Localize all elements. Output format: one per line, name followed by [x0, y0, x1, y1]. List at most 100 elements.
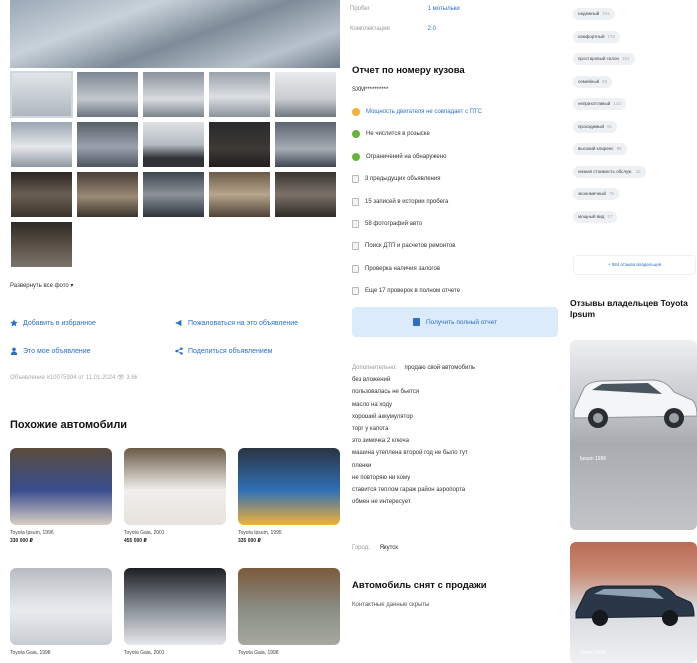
report-vin: SXM**********: [352, 87, 389, 93]
thumbnail[interactable]: [208, 121, 271, 168]
thumbnail[interactable]: [142, 121, 205, 168]
description-line: пользовалась не бьется: [352, 389, 420, 396]
thumbnail[interactable]: [10, 71, 73, 118]
share-label: Поделиться объявлением: [188, 347, 273, 355]
similar-car-card[interactable]: Toyota Gaia, 2001: [124, 568, 226, 658]
thumbnail[interactable]: [208, 71, 271, 118]
lock-icon: [352, 175, 359, 184]
similar-car-card[interactable]: Toyota Gaia, 1998: [10, 568, 112, 658]
thumbnail[interactable]: [142, 171, 205, 218]
description-line: обмен не интересует: [352, 499, 411, 506]
review-tag-count: 32: [635, 168, 641, 174]
similar-car-card[interactable]: Toyota Ipsum, 1995 335 000 ₽: [238, 448, 340, 544]
detail-value[interactable]: 1 мотыльки: [428, 6, 460, 12]
report-check-text: Ограничений на обнаружено: [366, 153, 447, 160]
removed-subtitle: Контактные данные скрыты: [352, 602, 430, 608]
car-name[interactable]: Toyota Gaia, 1998: [10, 650, 112, 656]
document-icon: [412, 318, 420, 326]
description-line: масло на ходу: [352, 401, 392, 408]
car-thumbnail[interactable]: [10, 568, 112, 645]
thumbnail[interactable]: [274, 171, 337, 218]
report-check-item: Поиск ДТП и расчетов ремонтов: [352, 242, 456, 251]
review-tag-count: 170: [607, 33, 616, 39]
thumbnail[interactable]: [10, 221, 73, 268]
thumbnail[interactable]: [10, 171, 73, 218]
car-name[interactable]: Toyota Gaia, 2001: [124, 650, 226, 656]
report-check-text: 3 предыдущих объявления: [365, 176, 441, 183]
review-tag[interactable]: проходимый 91: [573, 120, 617, 133]
thumbnail[interactable]: [76, 121, 139, 168]
add-to-favorites-label: Добавить в избранное: [23, 319, 96, 327]
review-tag-count: 93: [602, 78, 608, 84]
review-tag[interactable]: высокий клиренс 98: [573, 143, 627, 155]
thumbnail[interactable]: [76, 71, 139, 118]
detail-value[interactable]: 2.0: [428, 26, 436, 32]
review-tag-count: 75: [609, 191, 615, 196]
car-name[interactable]: Toyota Gaia, 2001: [124, 530, 226, 536]
report-check-text: Поиск ДТП и расчетов ремонтов: [365, 243, 456, 250]
car-thumbnail[interactable]: [238, 448, 340, 525]
car-thumbnail[interactable]: [124, 568, 226, 645]
check-icon: [352, 152, 360, 161]
complain-button[interactable]: Пожаловаться на это объявление: [175, 319, 298, 327]
complain-label: Пожаловаться на это объявление: [188, 319, 299, 327]
review-tag[interactable]: низкая стоимость обслуж. 32: [573, 165, 646, 178]
thumbnail[interactable]: [274, 71, 337, 118]
description-line: не повторяю ни кому: [352, 474, 411, 481]
report-check-text: Мощность двигателя не совпадает с ПТС: [366, 109, 482, 115]
similar-car-card[interactable]: Toyota Ipsum, 1996 330 000 ₽: [10, 448, 112, 544]
car-name[interactable]: Toyota Ipsum, 1996: [10, 530, 112, 536]
review-tag-label: комфортный: [578, 33, 605, 39]
city-label: Город:: [352, 545, 370, 551]
thumbnail[interactable]: [10, 121, 73, 168]
car-name[interactable]: Toyota Ipsum, 1995: [238, 530, 340, 536]
review-card[interactable]: Ipsum 1996: [570, 340, 697, 530]
main-photo[interactable]: [10, 0, 340, 68]
share-button[interactable]: Поделиться объявлением: [175, 347, 272, 355]
description-line: без вложений: [352, 377, 391, 384]
report-check-item: 15 записей в истории пробега: [352, 197, 448, 206]
get-full-report-button[interactable]: Получить полный отчет: [352, 307, 558, 337]
report-check-text: Не числится в розыске: [366, 131, 430, 138]
similar-car-card[interactable]: Toyota Gaia, 2001 455 000 ₽: [124, 448, 226, 544]
review-tag[interactable]: неприхотливый 143: [573, 98, 626, 110]
review-tag-count: 143: [613, 101, 621, 106]
report-check-item: Не числится в розыске: [352, 130, 430, 139]
car-name[interactable]: Toyota Gaia, 1998: [238, 650, 340, 656]
report-check-item[interactable]: Мощность двигателя не совпадает с ПТС: [352, 108, 482, 116]
megaphone-icon: [175, 319, 183, 327]
report-check-text: Проверка наличия залогов: [365, 265, 441, 272]
review-tag-label: высокий клиренс: [578, 146, 614, 151]
car-thumbnail[interactable]: [238, 568, 340, 645]
add-to-favorites-button[interactable]: Добавить в избранное: [10, 319, 96, 327]
description: Дополнительно: продаю свой автомобиль без…: [352, 362, 562, 508]
my-ad-label: Это мое объявление: [23, 347, 91, 355]
review-card[interactable]: Ipsum 1999: [570, 542, 697, 663]
review-tag[interactable]: надежный 161: [573, 8, 615, 20]
thumbnail[interactable]: [76, 171, 139, 218]
review-tag[interactable]: комфортный 170: [573, 30, 621, 43]
review-tag[interactable]: простаровый салон 151: [573, 53, 635, 65]
review-tag-count: 161: [602, 11, 610, 16]
similar-car-card[interactable]: Toyota Gaia, 1998: [238, 568, 340, 658]
review-tag[interactable]: мощный вид 17: [573, 210, 618, 223]
description-line: машина утеплена второй год не было тут: [352, 450, 468, 457]
thumbnail[interactable]: [142, 71, 205, 118]
review-tag-label: экономичный: [578, 191, 606, 196]
review-tag-label: семейный: [578, 78, 600, 84]
thumbnail[interactable]: [274, 121, 337, 168]
similar-cars-title: Похожие автомобили: [10, 419, 128, 431]
review-tag[interactable]: семейный 93: [573, 75, 613, 88]
car-thumbnail[interactable]: [10, 448, 112, 525]
expand-photos-link[interactable]: Развернуть все фото ▾: [10, 282, 73, 289]
my-ad-button[interactable]: Это мое объявление: [10, 347, 91, 355]
car-price: 335 000 ₽: [238, 538, 261, 544]
all-reviews-button[interactable]: + 584 отзыва владельцев: [573, 255, 696, 275]
review-tag[interactable]: экономичный 75: [573, 188, 620, 200]
car-thumbnail[interactable]: [124, 448, 226, 525]
description-line: ставится теплом гараж район аэропорта: [352, 487, 466, 494]
review-tag-count: 91: [606, 123, 612, 129]
thumbnail[interactable]: [208, 171, 271, 218]
review-caption: Ipsum 1996: [580, 456, 607, 462]
review-tag-label: проходимый: [578, 123, 604, 129]
